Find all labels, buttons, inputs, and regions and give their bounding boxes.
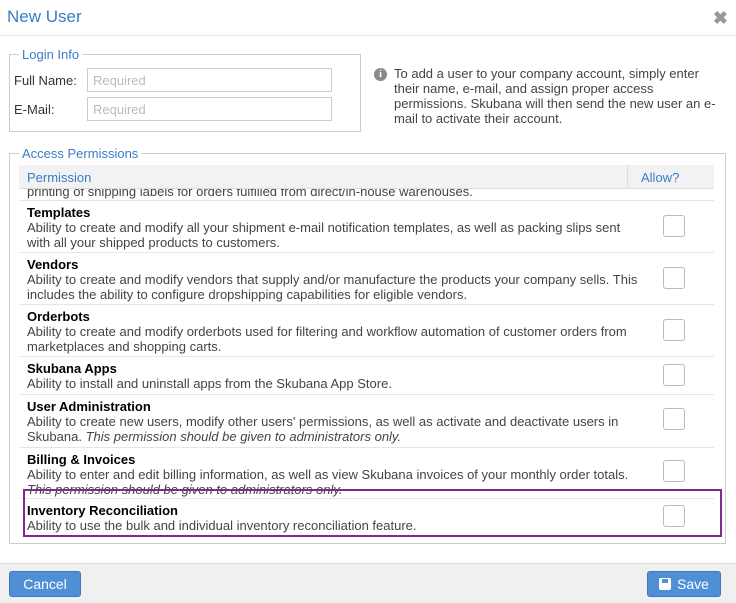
full-name-input[interactable]	[87, 68, 332, 92]
email-label: E-Mail:	[14, 102, 55, 117]
permission-note: This permission should be given to admin…	[27, 482, 343, 497]
permission-name: Skubana Apps	[27, 361, 117, 376]
save-button[interactable]: Save	[647, 571, 721, 597]
full-name-label: Full Name:	[14, 73, 77, 88]
permission-name: Templates	[27, 205, 91, 220]
permission-description: Ability to use the bulk and individual i…	[27, 518, 417, 533]
permission-row-billing-invoices: Billing & Invoices Ability to enter and …	[19, 447, 714, 498]
permission-name: User Administration	[27, 399, 151, 414]
access-permissions-legend: Access Permissions	[22, 146, 139, 161]
email-input[interactable]	[87, 97, 332, 121]
permission-row-skubana-apps: Skubana Apps Ability to install and unin…	[19, 356, 714, 394]
permission-row-vendors: Vendors Ability to create and modify ven…	[19, 252, 714, 304]
allow-checkbox-vendors[interactable]	[663, 267, 685, 289]
permission-name: Orderbots	[27, 309, 90, 324]
permission-description: Ability to install and uninstall apps fr…	[27, 376, 392, 391]
permission-column-header: Permission	[27, 170, 92, 185]
allow-checkbox-user-administration[interactable]	[663, 408, 685, 430]
permission-name: Vendors	[27, 257, 79, 272]
login-info-legend: Login Info	[22, 47, 80, 62]
permission-description: Ability to create new users, modify othe…	[27, 414, 619, 444]
allow-checkbox-templates[interactable]	[663, 215, 685, 237]
cancel-button[interactable]: Cancel	[9, 571, 81, 597]
info-text: To add a user to your company account, s…	[394, 66, 716, 126]
permission-row-templates: Templates Ability to create and modify a…	[19, 200, 714, 252]
info-icon: i	[374, 68, 387, 81]
save-label: Save	[677, 576, 709, 592]
permission-row-user-administration: User Administration Ability to create ne…	[19, 394, 714, 447]
permission-description: Ability to create and modify vendors tha…	[27, 272, 638, 302]
allow-checkbox-billing-invoices[interactable]	[663, 460, 685, 482]
permission-note: This permission should be given to admin…	[85, 429, 402, 444]
dialog-title: New User	[7, 7, 82, 26]
permission-row-orderbots: Orderbots Ability to create and modify o…	[19, 304, 714, 356]
permission-description: Ability to create and modify orderbots u…	[27, 324, 627, 354]
cutoff-row-text: printing of shipping labels for orders f…	[27, 189, 473, 199]
allow-checkbox-orderbots[interactable]	[663, 319, 685, 341]
permission-name: Inventory Reconciliation	[27, 503, 178, 518]
permission-name: Billing & Invoices	[27, 452, 136, 467]
dialog-header: New User ✖	[0, 0, 736, 36]
allow-checkbox-skubana-apps[interactable]	[663, 364, 685, 386]
dialog-footer: Cancel Save	[0, 563, 736, 603]
save-icon	[659, 578, 672, 590]
header-divider	[627, 165, 628, 189]
permission-row-inventory-reconciliation: Inventory Reconciliation Ability to use …	[19, 498, 714, 538]
permissions-list[interactable]: printing of shipping labels for orders f…	[19, 189, 714, 538]
allow-checkbox-inventory-reconciliation[interactable]	[663, 505, 685, 527]
cancel-label: Cancel	[23, 576, 67, 592]
permissions-table-header: Permission Allow?	[19, 165, 714, 189]
allow-column-header: Allow?	[641, 170, 680, 185]
close-icon[interactable]: ✖	[713, 9, 728, 27]
permission-description: Ability to create and modify all your sh…	[27, 220, 621, 250]
permission-description: Ability to enter and edit billing inform…	[27, 467, 629, 497]
